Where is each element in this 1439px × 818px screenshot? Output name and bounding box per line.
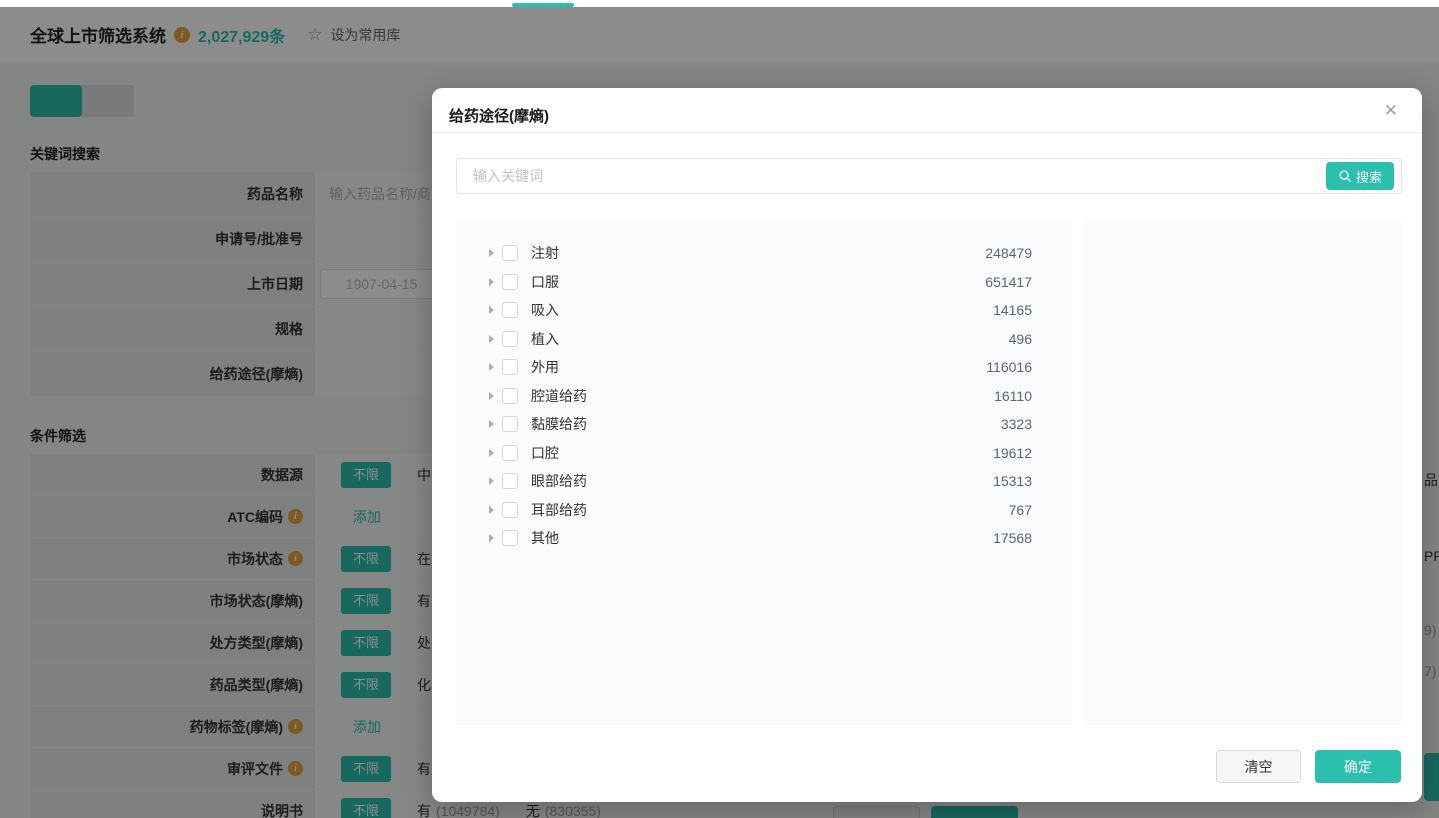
chevron-right-icon[interactable] — [489, 392, 494, 400]
close-icon[interactable]: ✕ — [1384, 102, 1398, 119]
checkbox[interactable] — [502, 388, 518, 404]
tree-item-count: 15313 — [993, 473, 1032, 489]
chevron-right-icon[interactable] — [489, 249, 494, 257]
checkbox[interactable] — [502, 530, 518, 546]
selected-items-panel — [1083, 222, 1402, 725]
tree-item-count: 116016 — [986, 359, 1032, 375]
checkbox[interactable] — [502, 416, 518, 432]
tree-item-count: 19612 — [993, 445, 1032, 461]
tree-item-count: 248479 — [985, 245, 1032, 261]
tree-item-count: 651417 — [985, 274, 1032, 290]
active-tab-indicator — [512, 3, 574, 7]
tree-item-label: 腔道给药 — [531, 386, 587, 406]
tree-row[interactable]: 注射 248479 — [456, 239, 1072, 268]
tree-item-label: 黏膜给药 — [531, 414, 587, 434]
chevron-right-icon[interactable] — [489, 306, 494, 314]
checkbox[interactable] — [502, 331, 518, 347]
chevron-right-icon[interactable] — [489, 477, 494, 485]
checkbox[interactable] — [502, 302, 518, 318]
tree-row[interactable]: 植入 496 — [456, 325, 1072, 354]
tree-item-label: 外用 — [531, 357, 559, 377]
tree-row[interactable]: 腔道给药 16110 — [456, 382, 1072, 411]
search-button-label: 搜索 — [1356, 167, 1382, 186]
checkbox[interactable] — [502, 359, 518, 375]
checkbox[interactable] — [502, 473, 518, 489]
search-input[interactable] — [457, 159, 1317, 193]
tree-item-count: 16110 — [994, 388, 1032, 404]
keyword-search-box: 搜索 — [456, 158, 1402, 194]
tree-row[interactable]: 眼部给药 15313 — [456, 467, 1072, 496]
tree-item-label: 口腔 — [531, 443, 559, 463]
tree-row[interactable]: 口腔 19612 — [456, 439, 1072, 468]
chevron-right-icon[interactable] — [489, 363, 494, 371]
tree-item-label: 其他 — [531, 528, 559, 548]
tree-item-count: 767 — [1009, 502, 1032, 518]
chevron-right-icon[interactable] — [489, 278, 494, 286]
tree-item-label: 吸入 — [531, 300, 559, 320]
chevron-right-icon[interactable] — [489, 534, 494, 542]
checkbox[interactable] — [502, 445, 518, 461]
chevron-right-icon[interactable] — [489, 420, 494, 428]
tree-item-count: 3323 — [1001, 416, 1032, 432]
tree-item-label: 注射 — [531, 243, 559, 263]
tree-row[interactable]: 耳部给药 767 — [456, 496, 1072, 525]
tree-item-count: 14165 — [993, 302, 1032, 318]
tree-item-count: 496 — [1009, 331, 1032, 347]
tree-row[interactable]: 口服 651417 — [456, 268, 1072, 297]
tree-row[interactable]: 黏膜给药 3323 — [456, 410, 1072, 439]
checkbox[interactable] — [502, 245, 518, 261]
chevron-right-icon[interactable] — [489, 449, 494, 457]
route-of-administration-dialog: 给药途径(摩熵) ✕ 搜索 注射 248479 口服 651417 吸入 — [432, 88, 1422, 802]
tree-item-label: 口服 — [531, 272, 559, 292]
chevron-right-icon[interactable] — [489, 506, 494, 514]
top-nav-strip — [0, 0, 1439, 7]
divider — [432, 132, 1422, 133]
tree-item-label: 眼部给药 — [531, 471, 587, 491]
tree-item-label: 植入 — [531, 329, 559, 349]
checkbox[interactable] — [502, 274, 518, 290]
dialog-title: 给药途径(摩熵) — [449, 105, 549, 126]
search-icon — [1338, 169, 1352, 183]
tree-item-label: 耳部给药 — [531, 500, 587, 520]
search-button[interactable]: 搜索 — [1326, 162, 1394, 190]
tree-row[interactable]: 外用 116016 — [456, 353, 1072, 382]
checkbox[interactable] — [502, 502, 518, 518]
tree-row[interactable]: 其他 17568 — [456, 524, 1072, 553]
tree-item-count: 17568 — [993, 530, 1032, 546]
route-tree-panel: 注射 248479 口服 651417 吸入 14165 植入 496 — [456, 222, 1072, 725]
chevron-right-icon[interactable] — [489, 335, 494, 343]
clear-button[interactable]: 清空 — [1216, 750, 1301, 783]
tree-row[interactable]: 吸入 14165 — [456, 296, 1072, 325]
confirm-button[interactable]: 确定 — [1315, 750, 1401, 783]
